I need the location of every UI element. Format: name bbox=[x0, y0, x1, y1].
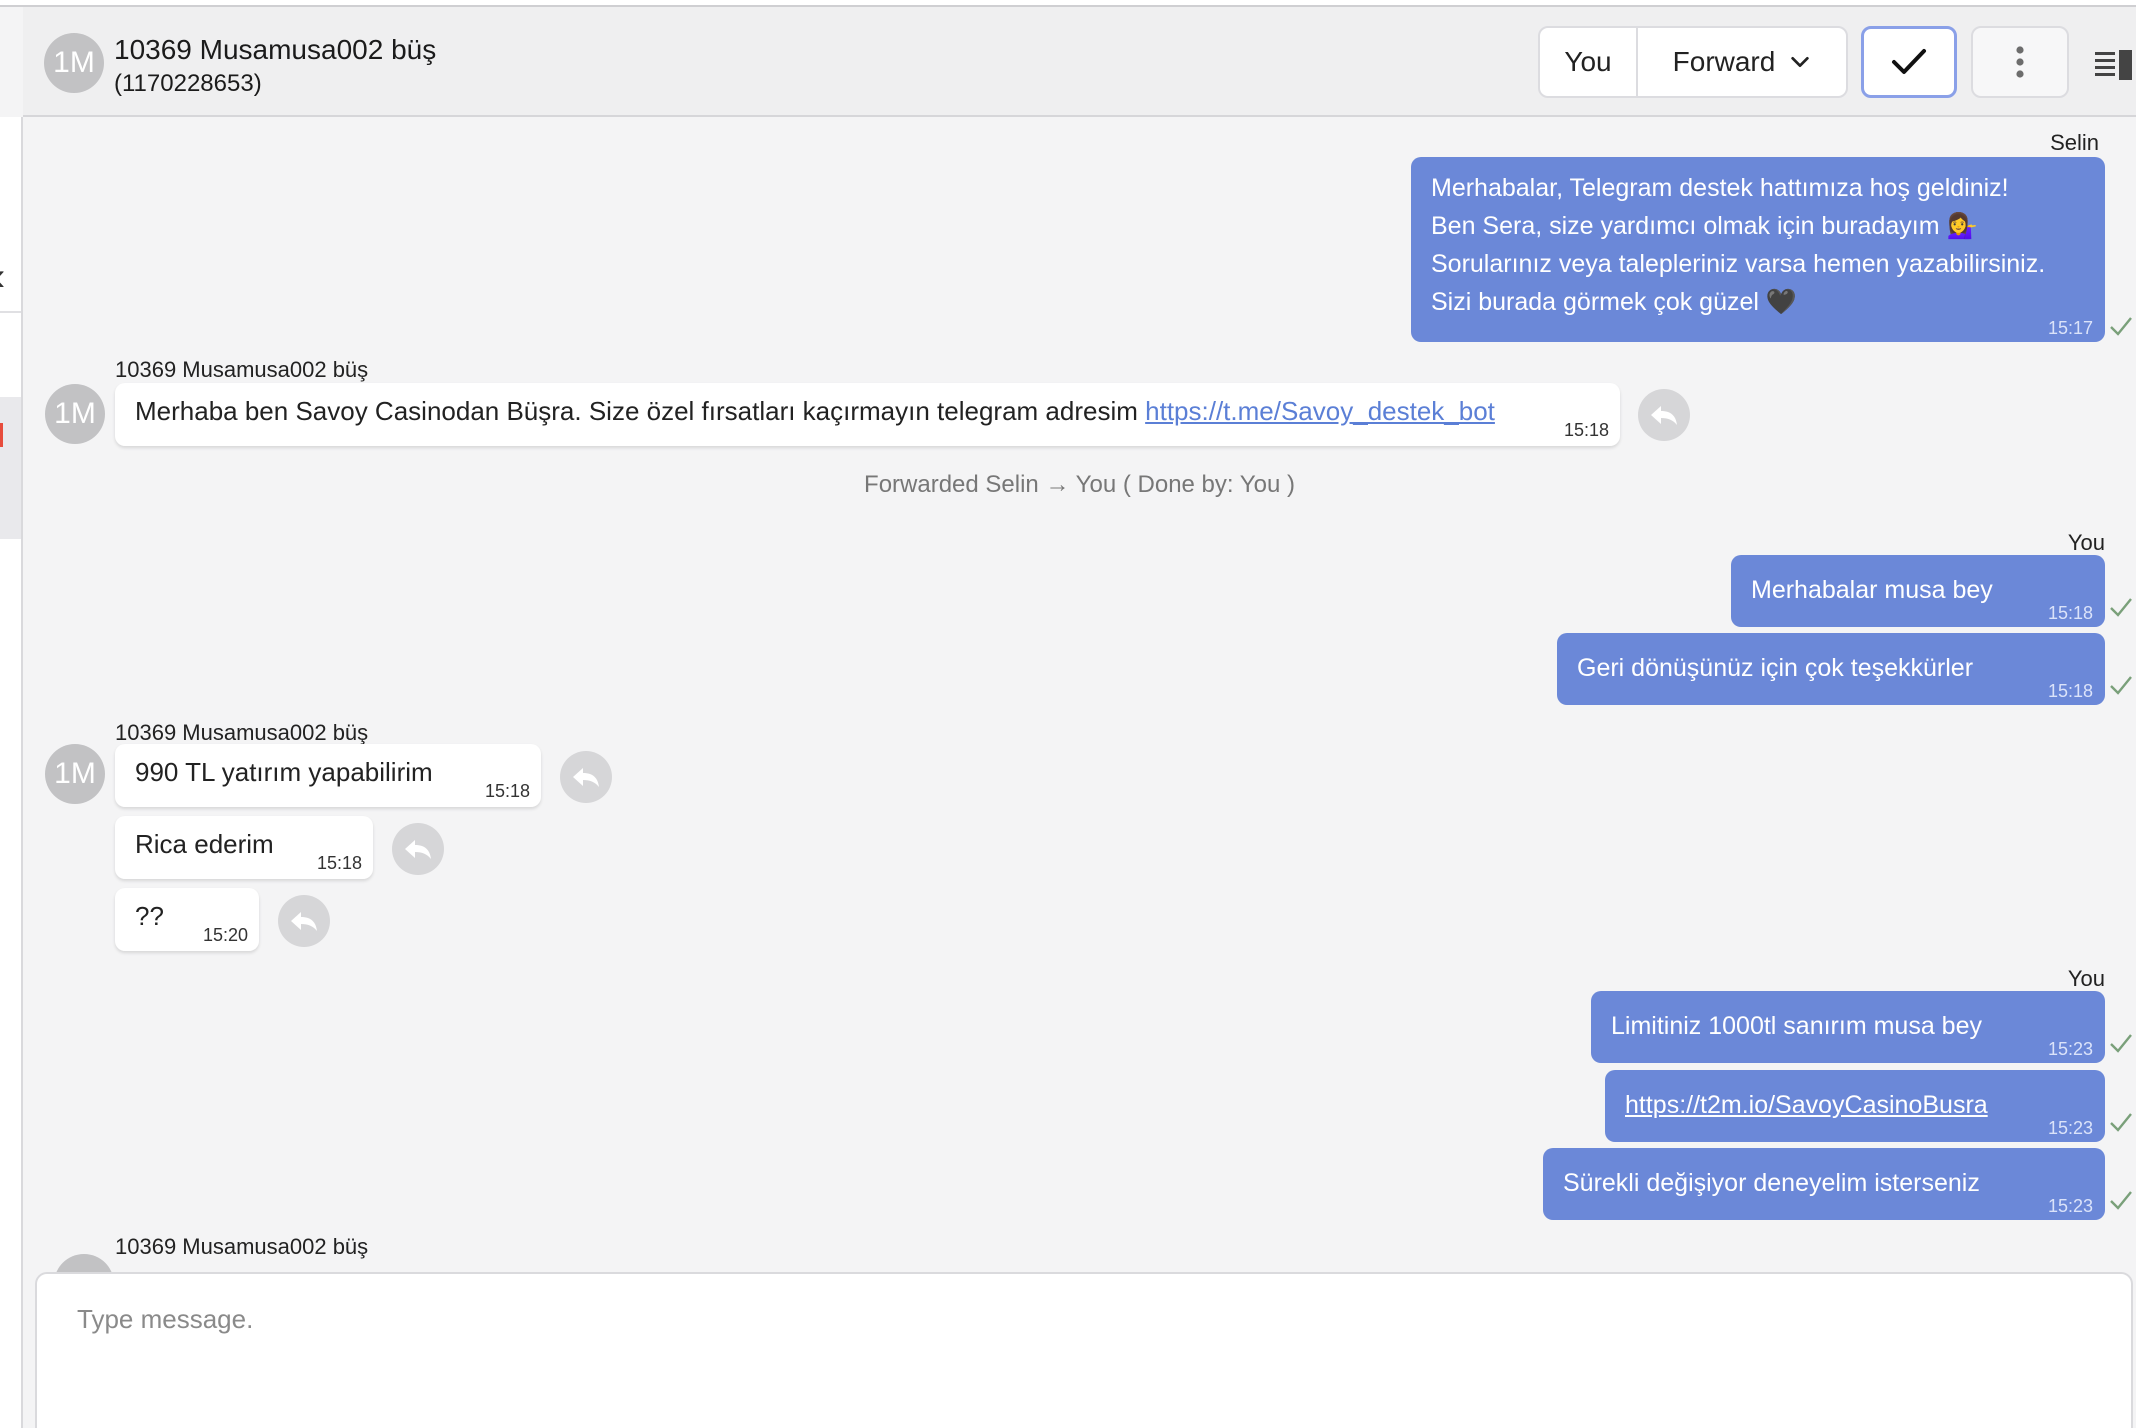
mark-done-button[interactable] bbox=[1861, 26, 1957, 98]
reply-icon bbox=[573, 768, 599, 787]
message-text: Sürekli değişiyor deneyelim isterseniz bbox=[1563, 1169, 1980, 1197]
sender-name: 10369 Musamusa002 büş bbox=[115, 720, 369, 745]
sender-name: You bbox=[2067, 530, 2105, 555]
reply-button[interactable] bbox=[1638, 389, 1690, 441]
assign-forward-control: You Forward bbox=[1538, 26, 1848, 98]
read-tick-icon bbox=[2110, 1113, 2132, 1132]
incoming-message[interactable]: Rica ederim 15:18 bbox=[115, 816, 373, 879]
message-composer bbox=[35, 1272, 2133, 1428]
message-text: Rica ederim bbox=[135, 829, 274, 859]
message-text: Merhabalar musa bey bbox=[1751, 576, 1993, 604]
read-tick-icon bbox=[2110, 598, 2132, 617]
outgoing-message[interactable]: Limitiniz 1000tl sanırım musa bey 15:23 bbox=[1591, 991, 2105, 1063]
message-list[interactable]: Selin Merhabalar, Telegram destek hattım… bbox=[23, 117, 2136, 1272]
reply-button[interactable] bbox=[278, 895, 330, 947]
contact-avatar[interactable]: 1M bbox=[45, 744, 105, 804]
unread-indicator bbox=[0, 423, 3, 447]
reply-icon bbox=[405, 840, 431, 859]
chat-list-sidebar-edge[interactable]: ‹ bbox=[0, 117, 23, 1428]
contact-id: (1170228653) bbox=[114, 70, 262, 97]
message-time: 15:18 bbox=[2047, 681, 2093, 701]
reply-icon bbox=[291, 912, 317, 931]
contact-avatar[interactable]: 1M bbox=[54, 1254, 114, 1272]
read-tick-icon bbox=[2110, 1034, 2132, 1053]
message-line: Ben Sera, size yardımcı olmak için burad… bbox=[1431, 212, 1978, 240]
assignee-button[interactable]: You bbox=[1540, 28, 1638, 96]
message-link[interactable]: https://t2m.io/SavoyCasinoBusra bbox=[1625, 1091, 1988, 1119]
message-text: ?? bbox=[135, 901, 164, 931]
panel-toggle-icon[interactable] bbox=[2095, 50, 2133, 80]
sender-name: 10369 Musamusa002 büş bbox=[115, 1234, 369, 1259]
incoming-message[interactable]: Merhaba ben Savoy Casinodan Büşra. Size … bbox=[115, 383, 1620, 446]
outgoing-message[interactable]: Merhabalar, Telegram destek hattımıza ho… bbox=[1411, 157, 2105, 342]
message-time: 15:18 bbox=[1563, 420, 1609, 440]
more-vertical-icon bbox=[2016, 46, 2024, 78]
sender-name: You bbox=[2067, 966, 2105, 991]
message-time: 15:18 bbox=[316, 853, 362, 873]
reply-button[interactable] bbox=[392, 823, 444, 875]
message-time: 15:23 bbox=[2047, 1039, 2093, 1059]
sender-name: Selin bbox=[2050, 130, 2099, 155]
contact-name: 10369 Musamusa002 büş bbox=[114, 34, 437, 65]
message-line: Sorularınız veya talepleriniz varsa heme… bbox=[1431, 250, 2046, 278]
collapse-chevron-icon[interactable]: ‹ bbox=[0, 257, 5, 297]
outgoing-message[interactable]: Geri dönüşünüz için çok teşekkürler 15:1… bbox=[1557, 633, 2105, 705]
message-line: Sizi burada görmek çok güzel 🖤 bbox=[1431, 288, 1798, 316]
outgoing-message[interactable]: https://t2m.io/SavoyCasinoBusra 15:23 bbox=[1605, 1070, 2105, 1142]
incoming-message[interactable]: ?? 15:20 bbox=[115, 888, 259, 951]
outgoing-message[interactable]: Sürekli değişiyor deneyelim isterseniz 1… bbox=[1543, 1148, 2105, 1220]
more-options-button[interactable] bbox=[1971, 26, 2069, 98]
read-tick-icon bbox=[2110, 676, 2132, 695]
outgoing-message[interactable]: Merhabalar musa bey 15:18 bbox=[1731, 555, 2105, 627]
reply-icon bbox=[1651, 406, 1677, 425]
message-text: Merhaba ben Savoy Casinodan Büşra. Size … bbox=[135, 396, 1146, 426]
selected-chat-highlight[interactable] bbox=[0, 397, 21, 539]
contact-avatar[interactable]: 1M bbox=[44, 33, 104, 93]
message-time: 15:23 bbox=[2047, 1196, 2093, 1216]
message-time: 15:18 bbox=[2047, 603, 2093, 623]
chat-header: 1M 10369 Musamusa002 büş (1170228653) Yo… bbox=[23, 7, 2136, 117]
incoming-message[interactable]: 990 TL yatırım yapabilirim 15:18 bbox=[115, 744, 541, 807]
contact-avatar[interactable]: 1M bbox=[45, 384, 105, 444]
forward-dropdown[interactable]: Forward bbox=[1638, 28, 1846, 96]
chevron-down-icon bbox=[1791, 56, 1810, 68]
message-time: 15:17 bbox=[2047, 318, 2093, 338]
message-text: 990 TL yatırım yapabilirim bbox=[135, 757, 433, 787]
message-text: Limitiniz 1000tl sanırım musa bey bbox=[1611, 1012, 1982, 1040]
message-text: Geri dönüşünüz için çok teşekkürler bbox=[1577, 654, 1974, 682]
message-line: Merhabalar, Telegram destek hattımıza ho… bbox=[1431, 174, 2009, 202]
message-time: 15:20 bbox=[202, 925, 248, 945]
reply-button[interactable] bbox=[560, 751, 612, 803]
read-tick-icon bbox=[2110, 1191, 2132, 1210]
sender-name: 10369 Musamusa002 büş bbox=[115, 357, 369, 382]
sidebar-divider bbox=[0, 311, 21, 313]
window-top-edge bbox=[0, 0, 2136, 7]
read-tick-icon bbox=[2110, 317, 2132, 336]
message-link[interactable]: https://t.me/Savoy_destek_bot bbox=[1145, 396, 1495, 426]
message-time: 15:23 bbox=[2047, 1118, 2093, 1138]
message-input[interactable] bbox=[77, 1304, 1977, 1335]
forward-system-note: Forwarded Selin → You ( Done by: You ) bbox=[864, 471, 1295, 498]
contact-avatar-partial: 1M bbox=[54, 1254, 114, 1272]
checkmark-icon bbox=[1892, 49, 1926, 74]
forward-label: Forward bbox=[1672, 46, 1776, 77]
message-time: 15:18 bbox=[484, 781, 530, 801]
